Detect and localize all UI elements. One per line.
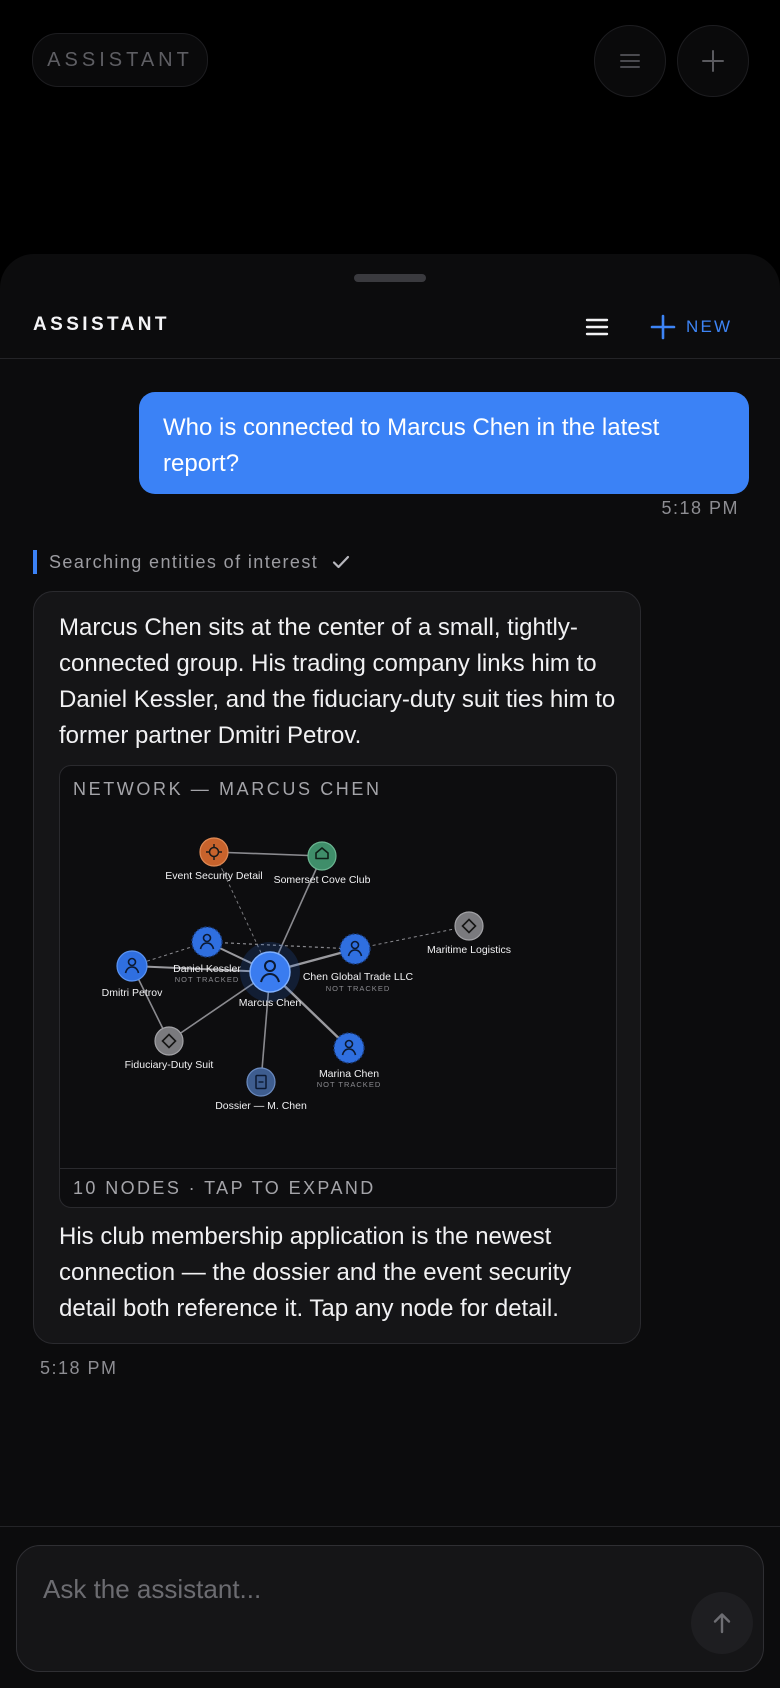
user-message-text: Who is connected to Marcus Chen in the l… — [163, 414, 660, 477]
sheet-title: ASSISTANT — [33, 314, 170, 335]
sheet-grabber[interactable] — [354, 274, 426, 282]
network-card[interactable]: NETWORK — MARCUS CHEN Event Security Det… — [59, 765, 617, 1208]
composer-divider — [0, 1526, 780, 1527]
checkmark-icon — [333, 555, 350, 569]
network-graph[interactable]: Event Security Detail Somerset Cove Club… — [60, 766, 616, 1168]
assistant-message-card: Marcus Chen sits at the center of a smal… — [33, 591, 641, 1344]
node-daniel-kessler[interactable]: Daniel Kessler NOT TRACKED — [173, 926, 241, 984]
conversation-menu-button[interactable] — [582, 312, 612, 342]
node-label: Daniel Kessler — [173, 963, 241, 975]
new-button-label: NEW — [686, 317, 733, 336]
node-label: Fiduciary-Duty Suit — [125, 1059, 214, 1071]
plus-icon — [650, 314, 676, 340]
node-chen-global-trade[interactable]: Chen Global Trade LLC NOT TRACKED — [303, 933, 414, 993]
tool-status-text: Searching entities of interest — [49, 551, 319, 572]
arrow-up-icon — [713, 1613, 731, 1634]
message-input[interactable] — [41, 1568, 605, 1610]
network-footer-text: 10 NODES · TAP TO EXPAND — [73, 1177, 376, 1198]
node-sub-label: NOT TRACKED — [317, 1080, 381, 1089]
node-dmitri-petrov[interactable]: Dmitri Petrov — [102, 950, 163, 999]
node-somerset-cove-club[interactable]: Somerset Cove Club — [274, 841, 371, 886]
composer — [16, 1545, 764, 1672]
background-menu-button — [594, 25, 666, 97]
node-marina-chen[interactable]: Marina Chen NOT TRACKED — [317, 1032, 381, 1089]
node-sub-label: NOT TRACKED — [175, 975, 239, 984]
sheet-header: ASSISTANT NEW — [0, 300, 780, 359]
node-fiduciary-duty-suit[interactable]: Fiduciary-Duty Suit — [125, 1026, 214, 1071]
node-label: Chen Global Trade LLC — [303, 971, 414, 983]
user-message-time: 5:18 PM — [661, 498, 739, 518]
tool-status: Searching entities of interest — [33, 550, 350, 574]
node-label: Dossier — M. Chen — [215, 1100, 307, 1112]
assistant-intro-text: Marcus Chen sits at the center of a smal… — [59, 614, 616, 749]
node-event-security[interactable]: Event Security Detail — [165, 837, 263, 882]
node-label: Dmitri Petrov — [102, 987, 163, 999]
network-footer[interactable]: 10 NODES · TAP TO EXPAND — [60, 1168, 616, 1207]
node-label: Marina Chen — [319, 1068, 379, 1080]
node-label: Marcus Chen — [239, 997, 302, 1009]
new-conversation-button[interactable]: NEW — [650, 308, 732, 346]
node-maritime-logistics[interactable]: Maritime Logistics — [427, 911, 511, 956]
background-title-pill: ASSISTANT — [32, 33, 208, 87]
hamburger-icon — [585, 318, 609, 336]
background-add-button — [677, 25, 749, 97]
user-message-bubble: Who is connected to Marcus Chen in the l… — [139, 392, 749, 494]
assistant-outro-text: His club membership application is the n… — [59, 1223, 572, 1322]
node-label: Event Security Detail — [165, 870, 262, 882]
node-sub-label: NOT TRACKED — [326, 984, 390, 993]
node-label: Maritime Logistics — [427, 944, 511, 956]
hamburger-icon — [620, 54, 640, 68]
node-dossier[interactable]: Dossier — M. Chen — [215, 1067, 307, 1112]
plus-icon — [702, 50, 724, 72]
send-button[interactable] — [691, 1592, 753, 1654]
node-label: Somerset Cove Club — [274, 874, 371, 886]
assistant-message-time: 5:18 PM — [40, 1358, 118, 1378]
node-marcus-chen[interactable]: Marcus Chen — [239, 942, 302, 1009]
